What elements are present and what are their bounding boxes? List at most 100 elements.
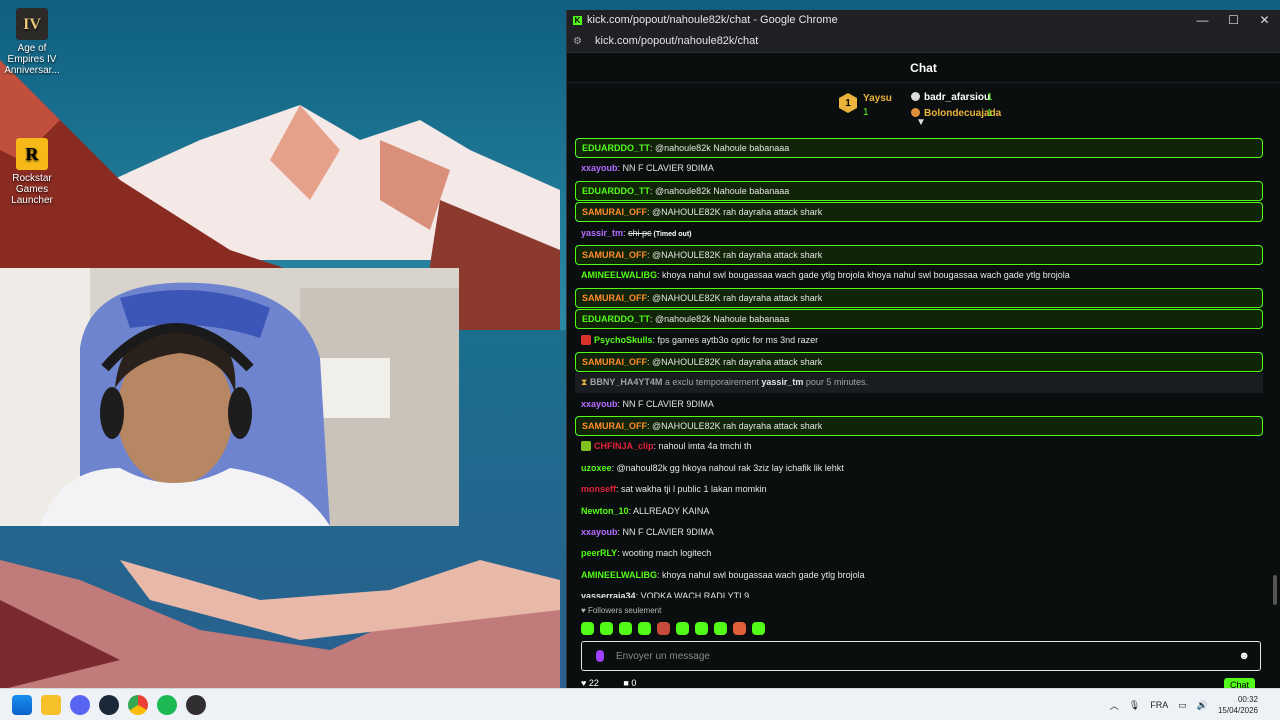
chat-title: Chat [910,60,937,75]
taskbar: ︿ 🎙 FRA ▭ 🔊 00:32 15/04/2026 [0,688,1280,720]
system-tray: ︿ 🎙 FRA ▭ 🔊 00:32 15/04/2026 [1110,689,1280,720]
chat-username[interactable]: xxayoub [581,163,618,173]
emote-icon[interactable] [600,622,613,635]
timed-out-username[interactable]: yassir_tm [761,377,803,387]
leader-second[interactable]: badr_afarsiou [911,92,990,103]
chat-message-text: : sat wakha tji l public 1 lakan momkin [616,484,767,495]
minimize-button[interactable]: — [1187,13,1218,27]
network-icon[interactable]: ▭ [1178,700,1187,711]
emote-icon[interactable] [657,622,670,635]
emote-icon[interactable] [638,622,651,635]
chat-message: yassir_tm: chi pc (Timed out) [575,224,1263,244]
chat-message-text: : fps games aytb3o optic for ms 3nd raze… [652,334,819,345]
webcam-image [0,268,459,526]
chat-message-text: : NN F CLAVIER 9DIMA [617,163,714,174]
emote-icon[interactable] [733,622,746,635]
address-bar[interactable]: ⚙ kick.com/popout/nahoule82k/chat [567,30,1280,53]
chat-username[interactable]: CHFINJA_clip [594,441,654,451]
chat-username[interactable]: Newton_10 [581,506,629,516]
chat-message-text: : VODKA WACH RADI YTL9 [635,591,750,598]
chrome-icon[interactable] [128,694,148,715]
chat-message-text: : khoya nahul swl bougassaa wach gade yt… [657,270,1070,281]
desktop-icon-label: Age of Empires IV Anniversar... [4,43,60,76]
leader-first-name[interactable]: Yaysu [863,93,892,104]
chat-username[interactable]: SAMURAI_OFF [582,293,647,303]
chat-message: SAMURAI_OFF: @NAHOULE82K rah dayraha att… [575,244,1263,265]
chat-scrollbar[interactable] [1273,575,1277,605]
chat-message: Newton_10: ALLREADY KAINA [575,502,1263,522]
chat-message: SAMURAI_OFF: @NAHOULE82K rah dayraha att… [575,416,1263,437]
chat-message-text: : @nahoule82k Nahoule babanaaa [650,185,790,196]
desktop-icon-rockstar[interactable]: R Rockstar Games Launcher [0,138,64,206]
chat-username[interactable]: SAMURAI_OFF [582,357,647,367]
clock-time: 00:32 [1237,695,1258,704]
chat-username[interactable]: yasserraja34 [581,591,636,598]
emote-icon[interactable] [695,622,708,635]
chat-username[interactable]: EDUARDDO_TT [582,314,650,324]
close-button[interactable]: ✕ [1249,13,1280,27]
maximize-button[interactable]: ☐ [1218,13,1249,27]
file-explorer-icon[interactable] [41,694,61,715]
language-indicator[interactable]: FRA [1150,700,1168,710]
emote-icon[interactable] [581,622,594,635]
chat-username[interactable]: EDUARDDO_TT [582,186,650,196]
spotify-icon[interactable] [157,694,177,715]
chat-username[interactable]: SAMURAI_OFF [582,250,647,260]
chat-message-text: : @nahoule82k Nahoule babanaaa [650,314,790,325]
points-icon[interactable]: ■ [623,678,628,688]
chat-username[interactable]: EDUARDDO_TT [582,143,650,153]
chat-message: uzoxee: @nahoul82k gg hkoya nahoul rak 3… [575,459,1263,479]
user-badge-icon [581,441,591,452]
url-text[interactable]: kick.com/popout/nahoule82k/chat [595,35,758,47]
chat-username[interactable]: uzoxee [581,463,612,473]
chat-message-list[interactable]: EDUARDDO_TT: @nahoule82k Nahoule babanaa… [575,138,1263,598]
rockstar-icon: R [16,138,48,170]
chat-username[interactable]: yassir_tm [581,228,623,238]
steam-icon[interactable] [99,694,119,715]
windows-start-icon[interactable] [12,694,32,715]
chat-username[interactable]: xxayoub [581,399,618,409]
show-hidden-icons-icon[interactable]: ︿ [1110,699,1119,712]
chat-username[interactable]: SAMURAI_OFF [582,421,647,431]
chat-username[interactable]: BBNY_HA4YT4M [590,377,663,387]
bronze-badge-icon [911,108,920,117]
chat-username[interactable]: xxayoub [581,527,618,537]
emoji-icon[interactable]: ☻ [1238,650,1250,662]
window-titlebar[interactable]: K kick.com/popout/nahoule82k/chat - Goog… [567,10,1280,30]
chat-message-text: : khoya nahul swl bougassaa wach gade yt… [657,569,865,580]
chat-message: EDUARDDO_TT: @nahoule82k Nahoule babanaa… [575,180,1263,201]
emote-icon[interactable] [714,622,727,635]
emote-icon[interactable] [676,622,689,635]
chat-username[interactable]: monseff [581,484,616,494]
desktop-icon-age-of-empires[interactable]: IV Age of Empires IV Anniversar... [0,8,64,76]
emote-icon[interactable] [752,622,765,635]
chat-message-text: : nahoul imta 4a tmchi th [653,441,752,452]
chat-username[interactable]: AMINEELWALIBG [581,270,657,280]
leader-third-count: 1 [987,108,993,119]
microphone-tray-icon[interactable]: 🎙 [1129,700,1140,711]
expand-leaderboard-icon[interactable]: ▼ [916,117,926,128]
microphone-icon[interactable] [596,650,604,662]
chat-message-text: : wooting mach logitech [617,548,712,559]
chat-message: EDUARDDO_TT: @nahoule82k Nahoule babanaa… [575,138,1263,158]
chat-username[interactable]: SAMURAI_OFF [582,207,647,217]
silver-badge-icon [911,92,920,101]
chat-username[interactable]: AMINEELWALIBG [581,570,657,580]
chat-message-text: : ALLREADY KAINA [628,505,710,516]
message-input[interactable]: Envoyer un message ☻ [581,641,1261,671]
chat-username[interactable]: PsychoSkulls [594,335,653,345]
site-settings-icon[interactable]: ⚙ [573,36,585,47]
chat-message: yasserraja34: VODKA WACH RADI YTL9 [575,587,1263,598]
discord-icon[interactable] [70,694,90,715]
likes-icon[interactable]: ♥ [581,678,586,688]
window-title: kick.com/popout/nahoule82k/chat - Google… [587,14,838,26]
obs-icon[interactable] [186,694,206,715]
volume-icon[interactable]: 🔊 [1197,700,1208,711]
likes-count: 22 [588,678,599,688]
chat-message-text: : @NAHOULE82K rah dayraha attack shark [647,249,823,260]
emote-icon[interactable] [619,622,632,635]
chat-message: SAMURAI_OFF: @NAHOULE82K rah dayraha att… [575,202,1263,223]
chat-username[interactable]: peerRLY [581,548,617,558]
chat-message: EDUARDDO_TT: @nahoule82k Nahoule babanaa… [575,309,1263,330]
clock[interactable]: 00:32 15/04/2026 [1218,694,1258,716]
